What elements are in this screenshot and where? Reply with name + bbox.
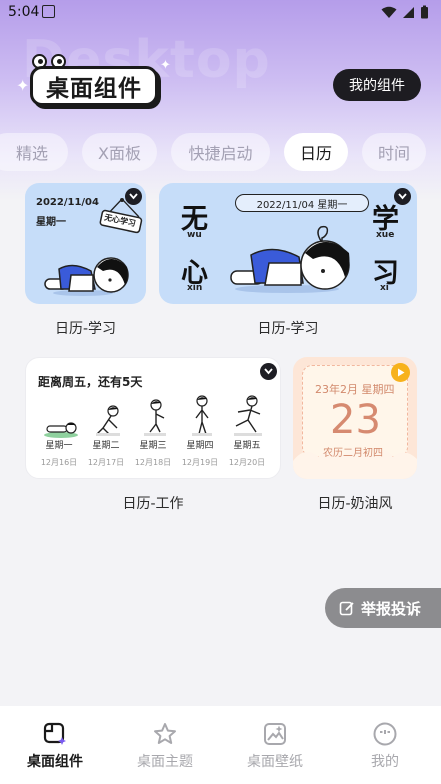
sparkle-icon: ✦ bbox=[160, 58, 171, 73]
nav-themes[interactable]: 桌面主题 bbox=[110, 706, 220, 784]
day-column: 星期三 12月18日 bbox=[131, 438, 175, 468]
report-label: 举报投诉 bbox=[361, 599, 422, 618]
tab-quick-launch[interactable]: 快捷启动 bbox=[171, 133, 270, 171]
day-name: 星期三 bbox=[139, 441, 167, 451]
nav-label: 桌面组件 bbox=[27, 754, 83, 770]
selected-check-icon[interactable] bbox=[260, 363, 277, 380]
widget-study-small[interactable]: 2022/11/04 星期一 无心学习 bbox=[25, 183, 146, 304]
day-date: 12月17日 bbox=[87, 458, 125, 467]
nav-wallpapers[interactable]: 桌面壁纸 bbox=[220, 706, 330, 784]
pinyin-xue: xue bbox=[376, 230, 395, 240]
day-column: 星期五 12月20日 bbox=[225, 438, 269, 468]
day-date: 12月16日 bbox=[40, 458, 78, 467]
bottom-nav: 桌面组件 桌面主题 桌面壁纸 我的 bbox=[0, 706, 441, 784]
tab-time[interactable]: 时间 bbox=[362, 133, 426, 171]
notification-icon bbox=[42, 5, 55, 18]
day-date: 12月20日 bbox=[228, 458, 266, 467]
widget-date: 2022/11/04 bbox=[36, 197, 99, 208]
nav-label: 桌面壁纸 bbox=[247, 754, 303, 770]
widget-study-wide[interactable]: 2022/11/04 星期一 无 wu 心 xin 学 xue 习 xi bbox=[159, 183, 417, 304]
sparkle-icon: ✦ bbox=[16, 76, 30, 95]
widget-caption: 日历-学习 bbox=[54, 321, 117, 337]
day-name: 星期二 bbox=[92, 441, 120, 451]
face-icon bbox=[373, 722, 397, 746]
crawling-figure-icon bbox=[96, 405, 120, 436]
day-date: 12月19日 bbox=[181, 458, 219, 467]
signal-icon bbox=[403, 6, 414, 18]
lying-figure-icon bbox=[44, 422, 78, 438]
nav-label: 桌面主题 bbox=[137, 754, 193, 770]
day-name: 星期五 bbox=[233, 441, 261, 451]
tab-x-panel[interactable]: X面板 bbox=[82, 133, 157, 171]
pinyin-wu: wu bbox=[187, 230, 202, 240]
day-date: 12月18日 bbox=[134, 458, 172, 467]
lying-boy-illustration bbox=[230, 225, 350, 293]
selected-check-icon[interactable] bbox=[394, 188, 411, 205]
widget-icon bbox=[43, 722, 66, 745]
category-tabs: 精选 X面板 快捷启动 日历 时间 bbox=[0, 133, 441, 171]
widget-caption: 日历-工作 bbox=[122, 496, 184, 512]
day-column: 星期四 12月19日 bbox=[178, 438, 222, 468]
status-bar: 5:04 bbox=[0, 0, 441, 26]
day-column: 星期二 12月17日 bbox=[84, 438, 128, 468]
play-icon[interactable] bbox=[391, 363, 410, 382]
star-icon bbox=[154, 723, 176, 744]
widget-work[interactable]: 距离周五，还有5天 星期一 12月16日 星期二 12月17日 星期三 12月1… bbox=[25, 357, 281, 479]
running-figure-icon bbox=[234, 395, 262, 436]
day-column: 星期一 12月16日 bbox=[37, 438, 81, 468]
nav-label: 我的 bbox=[371, 754, 399, 770]
wifi-icon bbox=[381, 6, 397, 18]
edit-icon bbox=[339, 601, 354, 616]
pinyin-xi: xi bbox=[380, 283, 389, 293]
tab-calendar[interactable]: 日历 bbox=[284, 133, 348, 171]
nav-widgets[interactable]: 桌面组件 bbox=[0, 706, 110, 784]
standing-figure-icon bbox=[192, 395, 212, 436]
report-button[interactable]: 举报投诉 bbox=[325, 588, 441, 628]
kneeling-figure-icon bbox=[144, 399, 166, 436]
cream-day-number: 23 bbox=[330, 397, 381, 443]
wallpaper-icon bbox=[264, 723, 286, 745]
status-time: 5:04 bbox=[8, 4, 40, 20]
logo-title: 桌面组件 bbox=[30, 66, 158, 106]
work-headline: 距离周五，还有5天 bbox=[38, 375, 143, 389]
widget-cream[interactable]: 23年2月 星期四 23 农历二月初四 bbox=[293, 357, 417, 479]
battery-icon bbox=[421, 5, 428, 19]
lying-boy-illustration bbox=[44, 257, 129, 296]
cream-lunar-date: 农历二月初四 bbox=[323, 448, 383, 459]
pinyin-xin: xin bbox=[187, 283, 203, 293]
selected-check-icon[interactable] bbox=[125, 188, 142, 205]
widget-caption: 日历-奶油风 bbox=[317, 496, 393, 512]
widget-caption: 日历-学习 bbox=[257, 321, 319, 337]
widget-date-pill: 2022/11/04 星期一 bbox=[235, 194, 369, 212]
nav-mine[interactable]: 我的 bbox=[330, 706, 440, 784]
tab-featured[interactable]: 精选 bbox=[0, 133, 68, 171]
day-name: 星期一 bbox=[45, 441, 73, 451]
my-widgets-button[interactable]: 我的组件 bbox=[333, 69, 421, 101]
app-logo: ✦ ✦ 桌面组件 bbox=[16, 54, 176, 110]
cream-month-line: 23年2月 星期四 bbox=[315, 383, 395, 396]
widget-weekday: 星期一 bbox=[36, 217, 66, 228]
day-name: 星期四 bbox=[186, 441, 214, 451]
